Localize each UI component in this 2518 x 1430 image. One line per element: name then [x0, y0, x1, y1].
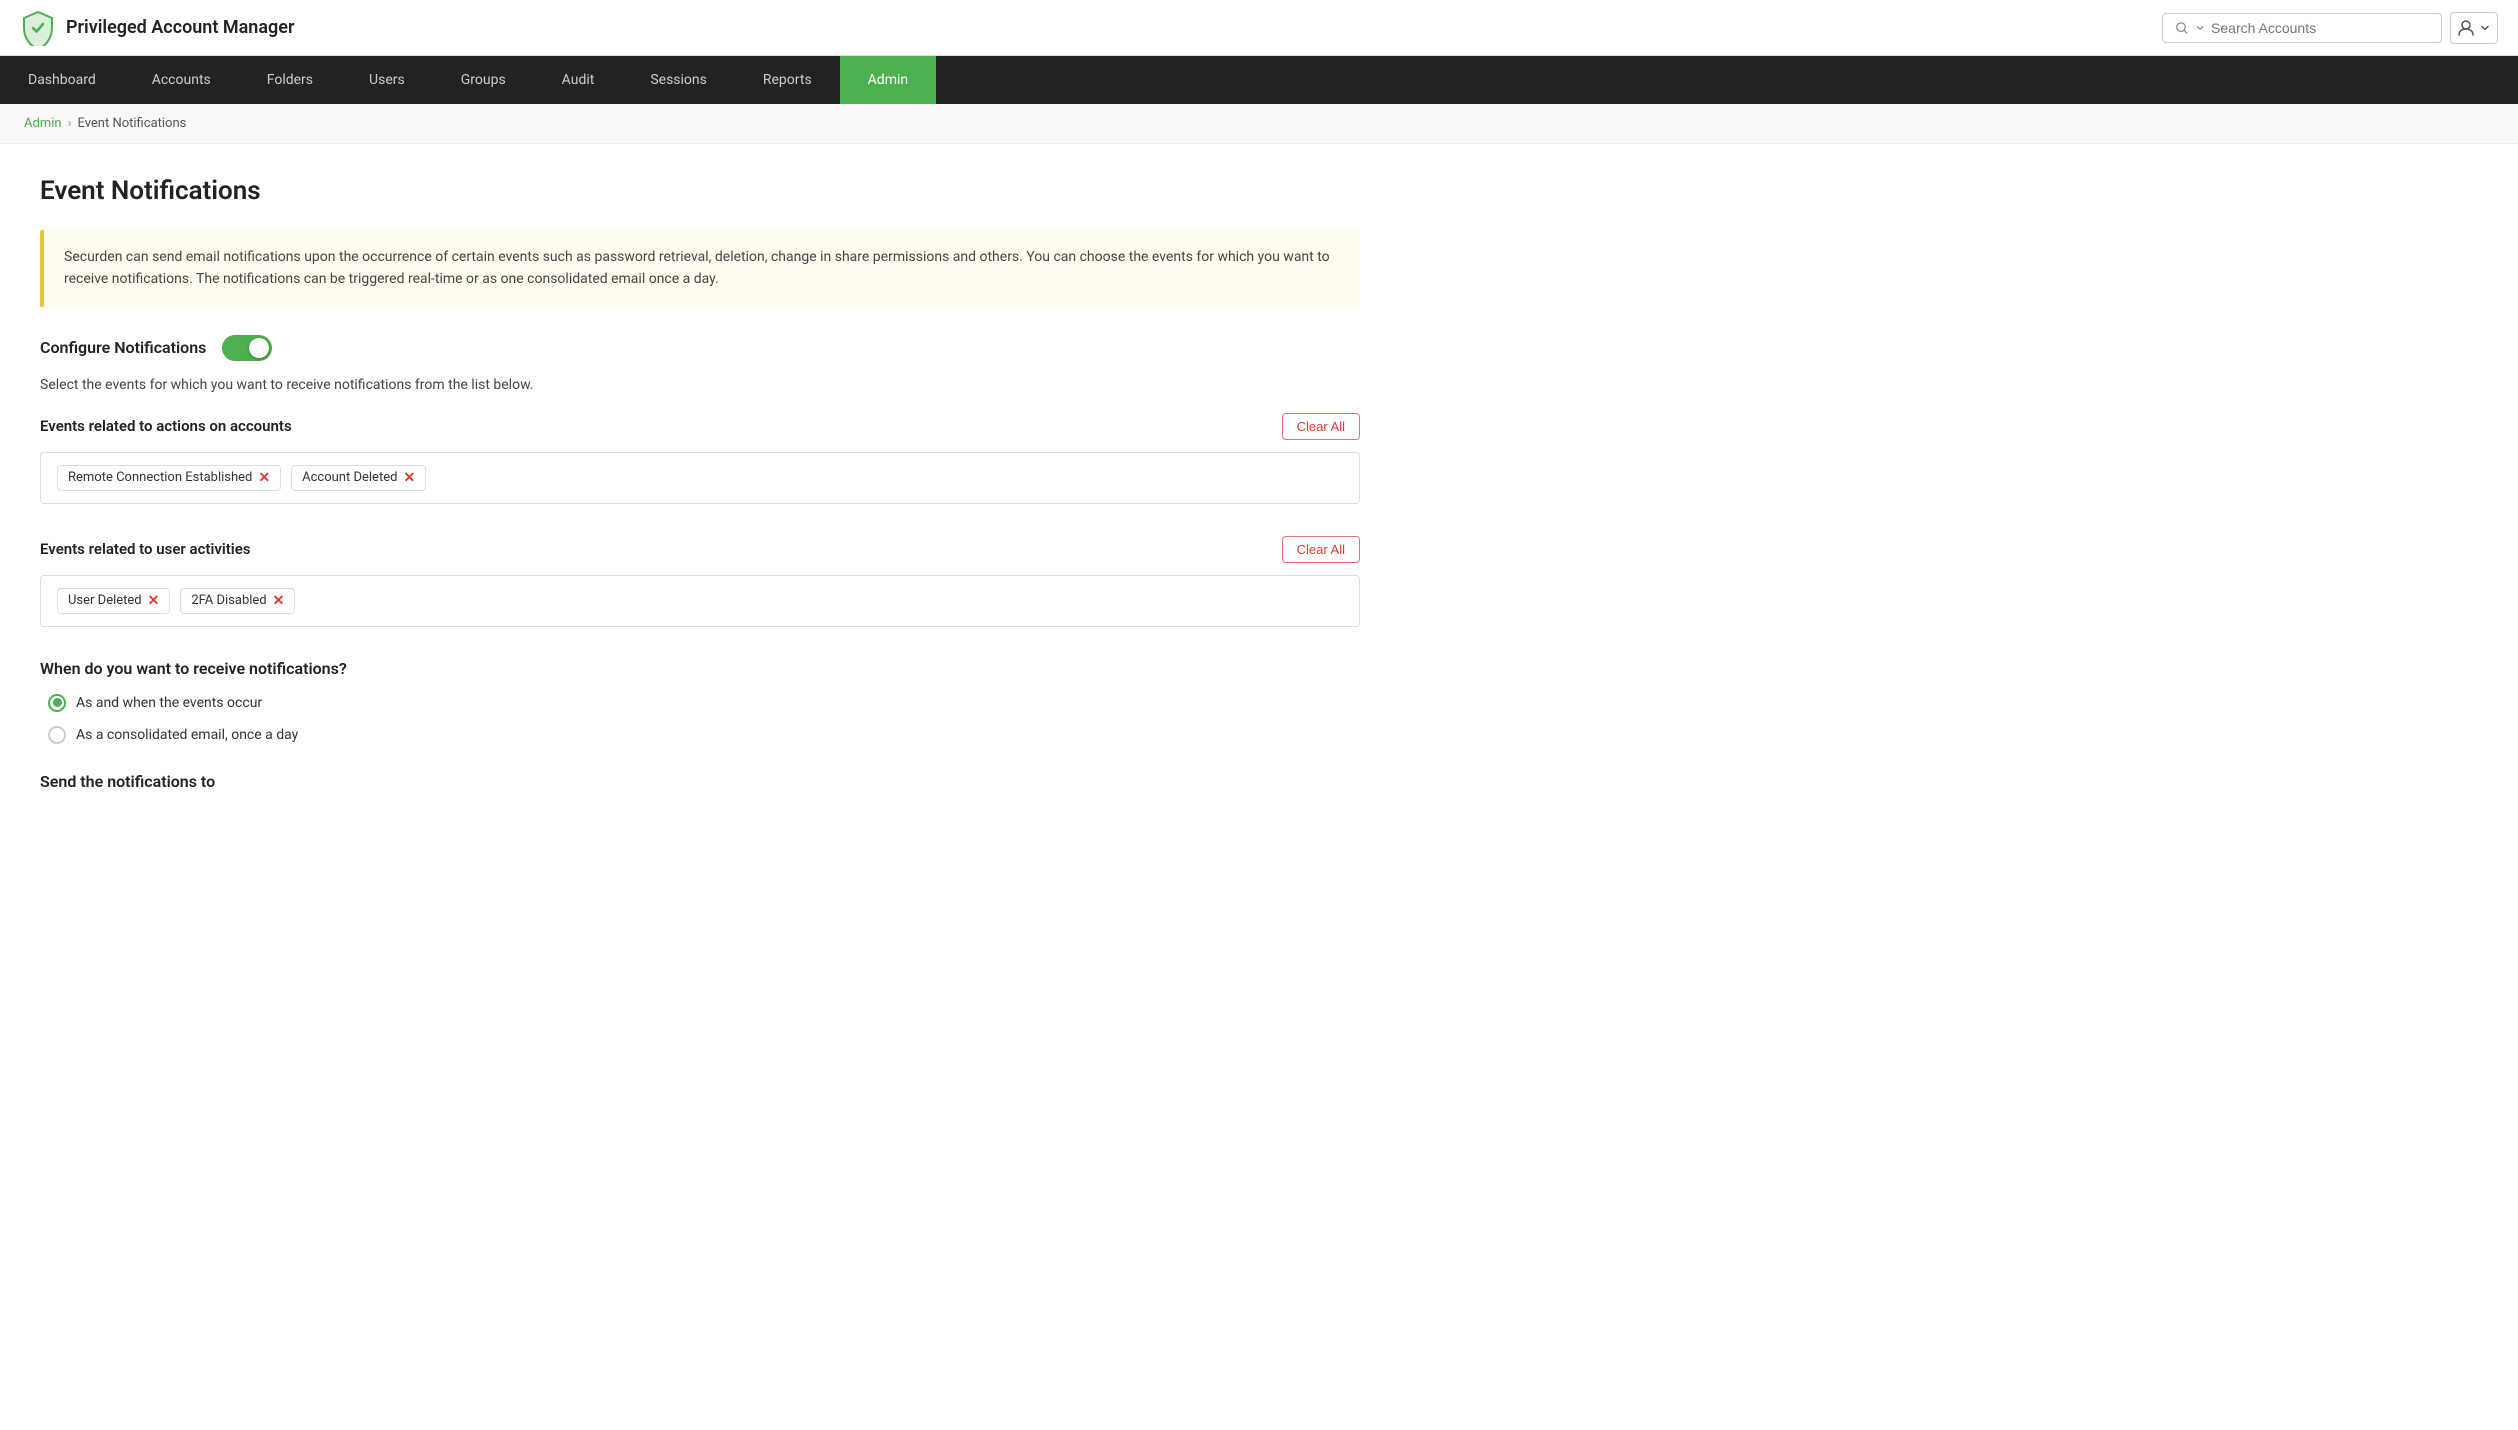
app-logo-icon: [20, 10, 56, 46]
user-activities-section: Events related to user activities Clear …: [40, 536, 1360, 627]
when-notifications-title: When do you want to receive notification…: [40, 659, 1360, 678]
radio-option-realtime-label: As and when the events occur: [76, 695, 262, 711]
accounts-events-section: Events related to actions on accounts Cl…: [40, 413, 1360, 504]
tag-label: Account Deleted: [302, 470, 397, 485]
user-activities-section-header: Events related to user activities Clear …: [40, 536, 1360, 563]
configure-notifications-label: Configure Notifications: [40, 338, 206, 357]
breadcrumb-current: Event Notifications: [77, 116, 186, 131]
radio-group: As and when the events occur As a consol…: [40, 694, 1360, 744]
tag-label: User Deleted: [68, 593, 142, 608]
user-menu-button[interactable]: [2450, 12, 2498, 44]
radio-circle-realtime: [48, 694, 66, 712]
search-icon: [2175, 20, 2189, 36]
search-area: [2162, 12, 2498, 44]
breadcrumb: Admin › Event Notifications: [0, 104, 2518, 144]
nav-item-admin[interactable]: Admin: [840, 56, 936, 104]
user-dropdown-icon: [2479, 22, 2491, 34]
tag-2fa-disabled: 2FA Disabled ✕: [180, 588, 295, 614]
search-box[interactable]: [2162, 13, 2442, 43]
user-activities-clear-all-button[interactable]: Clear All: [1282, 536, 1360, 563]
user-activities-section-title: Events related to user activities: [40, 540, 250, 558]
toggle-track: [222, 335, 272, 361]
tag-account-deleted: Account Deleted ✕: [291, 465, 426, 491]
app-title: Privileged Account Manager: [66, 17, 294, 38]
send-notifications-label: Send the notifications to: [40, 772, 1360, 791]
nav-item-users[interactable]: Users: [341, 56, 433, 104]
tag-close-user-deleted[interactable]: ✕: [148, 594, 160, 608]
logo-area: Privileged Account Manager: [20, 10, 294, 46]
search-input[interactable]: [2211, 20, 2429, 36]
tag-close-remote-connection[interactable]: ✕: [258, 471, 270, 485]
page-title: Event Notifications: [40, 176, 1360, 206]
main-content: Event Notifications Securden can send em…: [0, 144, 1400, 823]
tag-close-account-deleted[interactable]: ✕: [403, 471, 415, 485]
tag-label: 2FA Disabled: [191, 593, 266, 608]
tag-close-2fa-disabled[interactable]: ✕: [273, 594, 285, 608]
nav-item-accounts[interactable]: Accounts: [124, 56, 239, 104]
toggle-thumb: [249, 338, 269, 358]
when-notifications-section: When do you want to receive notification…: [40, 659, 1360, 744]
user-activities-tags-box: User Deleted ✕ 2FA Disabled ✕: [40, 575, 1360, 627]
accounts-section-header: Events related to actions on accounts Cl…: [40, 413, 1360, 440]
tag-label: Remote Connection Established: [68, 470, 252, 485]
radio-option-consolidated[interactable]: As a consolidated email, once a day: [48, 726, 1360, 744]
accounts-tags-box: Remote Connection Established ✕ Account …: [40, 452, 1360, 504]
tag-remote-connection: Remote Connection Established ✕: [57, 465, 281, 491]
nav-item-sessions[interactable]: Sessions: [622, 56, 735, 104]
info-text: Securden can send email notifications up…: [64, 249, 1330, 287]
nav-item-reports[interactable]: Reports: [735, 56, 840, 104]
breadcrumb-separator: ›: [68, 116, 72, 131]
nav-item-audit[interactable]: Audit: [534, 56, 623, 104]
nav-item-folders[interactable]: Folders: [239, 56, 341, 104]
configure-notifications-toggle[interactable]: [222, 335, 272, 361]
nav-item-groups[interactable]: Groups: [433, 56, 534, 104]
dropdown-arrow-icon[interactable]: [2195, 22, 2205, 34]
configure-notifications-row: Configure Notifications: [40, 335, 1360, 361]
info-box: Securden can send email notifications up…: [40, 230, 1360, 307]
breadcrumb-parent-link[interactable]: Admin: [24, 116, 62, 131]
radio-option-realtime[interactable]: As and when the events occur: [48, 694, 1360, 712]
accounts-section-title: Events related to actions on accounts: [40, 417, 292, 435]
select-events-text: Select the events for which you want to …: [40, 377, 1360, 393]
radio-option-consolidated-label: As a consolidated email, once a day: [76, 727, 298, 743]
nav-item-dashboard[interactable]: Dashboard: [0, 56, 124, 104]
accounts-clear-all-button[interactable]: Clear All: [1282, 413, 1360, 440]
radio-circle-consolidated: [48, 726, 66, 744]
tag-user-deleted: User Deleted ✕: [57, 588, 170, 614]
nav-bar: Dashboard Accounts Folders Users Groups …: [0, 56, 2518, 104]
user-icon: [2457, 19, 2475, 37]
top-bar: Privileged Account Manager: [0, 0, 2518, 56]
